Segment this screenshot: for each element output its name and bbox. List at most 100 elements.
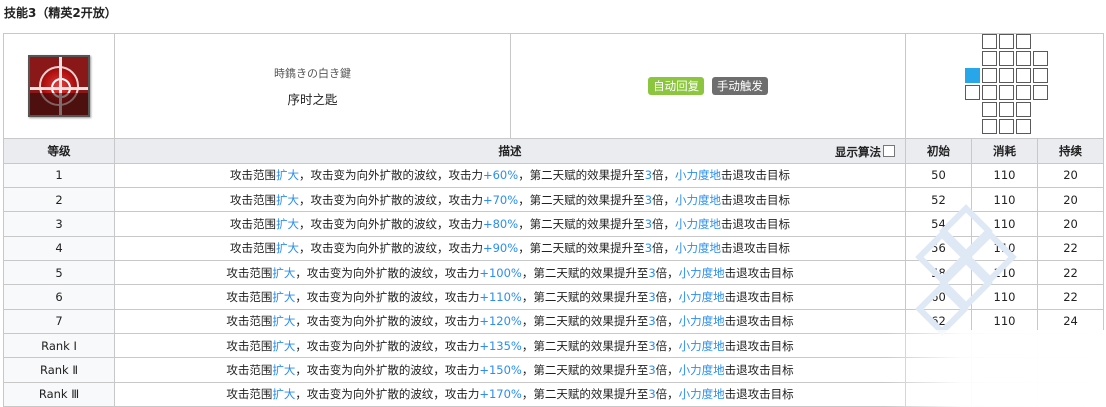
desc-text: ，攻击变为向外扩散的波纹，攻击力 — [295, 338, 480, 353]
desc-keyword-link[interactable]: 小力度地 — [679, 387, 725, 401]
desc-keyword-link[interactable]: 小力度地 — [679, 363, 725, 377]
desc-text: 击退攻击目标 — [721, 217, 791, 232]
table-row: 2 攻击范围扩大，攻击变为向外扩散的波纹，攻击力+70%，第二天赋的效果提升至3倍… — [3, 187, 1105, 213]
desc-text: ，第二天赋的效果提升至 — [518, 217, 645, 232]
cost-cell: 110 — [971, 235, 1038, 261]
desc-text: 倍， — [655, 362, 679, 377]
table-row: Rank Ⅰ 攻击范围扩大，攻击变为向外扩散的波纹，攻击力+135%，第二天赋的效… — [3, 332, 1105, 359]
atk-bonus: +90% — [482, 241, 519, 256]
desc-keyword: 扩大 — [272, 314, 296, 329]
atk-bonus: +135% — [479, 338, 522, 353]
level-cell: Rank Ⅲ — [3, 381, 115, 407]
desc-multiplier: 3 — [644, 241, 653, 256]
skill-header-row: 時鐫きの白き鍵 序时之匙 自动回复 手动触发 — [3, 32, 1105, 140]
page-title: 技能3（精英2开放） — [4, 6, 117, 20]
desc-text: 倍， — [652, 168, 676, 183]
desc-keyword-link[interactable]: 小力度地 — [675, 217, 721, 231]
desc-multiplier: 3 — [648, 289, 656, 304]
cost-cell — [971, 381, 1038, 407]
desc-keyword-link[interactable]: 小力度地 — [679, 339, 725, 353]
cost-cell: 110 — [971, 162, 1038, 189]
range-tile — [1015, 51, 1031, 67]
range-tile — [998, 119, 1014, 135]
col-desc-label: 描述 — [498, 144, 522, 159]
desc-text: 攻击范围 — [226, 314, 273, 329]
desc-text: 攻击范围 — [226, 338, 273, 353]
column-header-row: 等级 描述 显示算法 初始 消耗 持续 — [3, 138, 1105, 164]
desc-cell: 攻击范围扩大，攻击变为向外扩散的波纹，攻击力+100%，第二天赋的效果提升至3倍… — [114, 259, 906, 286]
sp-auto-badge: 自动回复 — [648, 77, 705, 96]
initial-cell: 54 — [905, 211, 972, 237]
duration-cell: 24 — [1036, 308, 1105, 334]
range-tile — [998, 68, 1014, 84]
table-row: 3 攻击范围扩大，攻击变为向外扩散的波纹，攻击力+80%，第二天赋的效果提升至3倍… — [3, 211, 1105, 237]
col-duration: 持续 — [1036, 138, 1105, 164]
level-cell: 4 — [3, 235, 115, 261]
attack-range-grid — [963, 34, 1048, 136]
desc-text: ，攻击变为向外扩散的波纹，攻击力 — [298, 192, 483, 207]
cost-cell: 110 — [971, 187, 1038, 213]
skill-name-zh: 序时之匙 — [287, 91, 338, 107]
desc-multiplier: 3 — [648, 338, 656, 353]
range-tile — [1015, 34, 1031, 50]
col-level: 等级 — [3, 138, 115, 164]
range-tile — [981, 34, 997, 50]
desc-text: ，第二天赋的效果提升至 — [521, 289, 649, 304]
skill-name-cell: 時鐫きの白き鍵 序时之匙 — [114, 32, 511, 140]
range-tile — [981, 85, 997, 101]
level-cell: Rank Ⅱ — [3, 357, 115, 383]
range-tile — [998, 34, 1014, 50]
desc-keyword-link[interactable]: 小力度地 — [675, 168, 721, 182]
desc-cell: 攻击范围扩大，攻击变为向外扩散的波纹，攻击力+120%，第二天赋的效果提升至3倍… — [114, 308, 906, 334]
show-calc-checkbox[interactable] — [883, 145, 895, 158]
show-calc-label: 显示算法 — [835, 145, 881, 160]
range-tile — [1032, 85, 1048, 101]
desc-cell: 攻击范围扩大，攻击变为向外扩散的波纹，攻击力+135%，第二天赋的效果提升至3倍… — [114, 332, 906, 359]
skill-crosshair-icon — [28, 55, 90, 118]
skill-icon-cell — [3, 32, 115, 140]
duration-cell: 22 — [1036, 284, 1105, 310]
table-row: Rank Ⅲ 攻击范围扩大，攻击变为向外扩散的波纹，攻击力+170%，第二天赋的效… — [3, 381, 1105, 407]
duration-cell: 22 — [1036, 235, 1105, 261]
desc-text: ，第二天赋的效果提升至 — [521, 314, 649, 329]
level-cell: 2 — [3, 187, 115, 213]
desc-text: 击退攻击目标 — [724, 289, 794, 304]
cost-cell — [971, 357, 1038, 383]
desc-text: ，攻击变为向外扩散的波纹，攻击力 — [298, 168, 483, 183]
desc-text: 攻击范围 — [226, 289, 273, 304]
atk-bonus: +100% — [479, 265, 522, 280]
initial-cell — [905, 332, 972, 359]
range-tile — [1015, 119, 1031, 135]
desc-text: ，攻击变为向外扩散的波纹，攻击力 — [298, 241, 483, 256]
desc-keyword: 扩大 — [272, 387, 296, 402]
range-tile — [998, 51, 1014, 67]
desc-keyword-link[interactable]: 小力度地 — [679, 314, 725, 328]
initial-cell — [905, 381, 972, 407]
cost-cell: 110 — [971, 308, 1038, 334]
table-row: 6 攻击范围扩大，攻击变为向外扩散的波纹，攻击力+110%，第二天赋的效果提升至3… — [3, 284, 1105, 310]
desc-text: ，第二天赋的效果提升至 — [518, 241, 645, 256]
desc-keyword-link[interactable]: 小力度地 — [679, 266, 725, 280]
desc-cell: 攻击范围扩大，攻击变为向外扩散的波纹，攻击力+60%，第二天赋的效果提升至3倍，… — [114, 162, 906, 189]
desc-cell: 攻击范围扩大，攻击变为向外扩散的波纹，攻击力+170%，第二天赋的效果提升至3倍… — [114, 381, 906, 407]
desc-keyword-link[interactable]: 小力度地 — [675, 241, 721, 255]
col-desc: 描述 显示算法 — [114, 138, 906, 164]
initial-cell: 60 — [905, 284, 972, 310]
desc-text: 攻击范围 — [226, 387, 273, 402]
desc-multiplier: 3 — [648, 387, 656, 402]
desc-keyword-link[interactable]: 小力度地 — [679, 290, 725, 304]
desc-keyword: 扩大 — [272, 362, 296, 377]
col-initial: 初始 — [905, 138, 972, 164]
initial-cell: 52 — [905, 187, 972, 213]
desc-text: 攻击范围 — [226, 362, 273, 377]
desc-text: 攻击范围 — [226, 265, 273, 280]
desc-text: ，第二天赋的效果提升至 — [518, 168, 645, 183]
desc-cell: 攻击范围扩大，攻击变为向外扩散的波纹，攻击力+80%，第二天赋的效果提升至3倍，… — [114, 211, 906, 237]
table-row: 7 攻击范围扩大，攻击变为向外扩散的波纹，攻击力+120%，第二天赋的效果提升至3… — [3, 308, 1105, 334]
desc-multiplier: 3 — [648, 362, 656, 377]
range-tile — [981, 68, 997, 84]
cost-cell: 110 — [971, 211, 1038, 237]
show-calc-toggle[interactable]: 显示算法 — [835, 144, 895, 160]
desc-keyword: 扩大 — [272, 265, 296, 280]
desc-keyword-link[interactable]: 小力度地 — [675, 193, 721, 207]
